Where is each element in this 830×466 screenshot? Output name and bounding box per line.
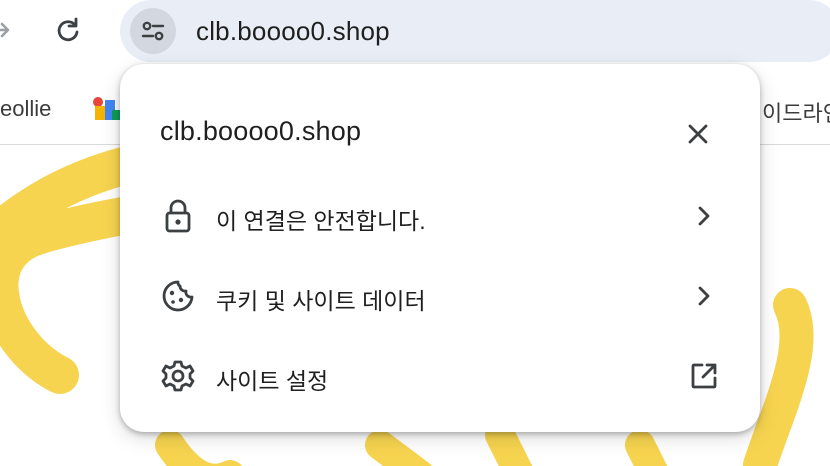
cookies-site-data-label: 쿠키 및 사이트 데이터 <box>216 288 426 314</box>
reload-button[interactable] <box>50 12 86 48</box>
site-settings-row[interactable]: 사이트 설정 <box>120 336 760 416</box>
forward-button[interactable] <box>0 12 20 48</box>
site-info-button[interactable] <box>130 8 176 54</box>
open-in-new-icon <box>686 358 722 394</box>
connection-security-label: 이 연결은 안전합니다. <box>216 208 426 234</box>
lock-icon <box>160 198 196 234</box>
browser-toolbar: clb.boooo0.shop <box>0 0 830 62</box>
bookmark-item-left[interactable]: eollie <box>0 96 51 122</box>
site-settings-label: 사이트 설정 <box>216 368 329 394</box>
bookmark-favicon-icon[interactable] <box>92 96 122 122</box>
reload-icon <box>57 17 79 42</box>
close-icon <box>688 124 708 144</box>
cookies-site-data-row[interactable]: 쿠키 및 사이트 데이터 <box>120 256 760 336</box>
gear-icon <box>160 358 196 394</box>
close-button[interactable] <box>680 116 716 152</box>
connection-security-row[interactable]: 이 연결은 안전합니다. <box>120 176 760 256</box>
tune-icon <box>141 21 165 41</box>
forward-arrow-icon <box>0 22 10 38</box>
chevron-right-icon <box>686 278 722 314</box>
bookmark-item-right[interactable]: 이드라인 <box>762 96 830 128</box>
cookie-icon <box>160 278 196 314</box>
site-info-popup: clb.boooo0.shop 이 연결은 안전합니다. 쿠키 및 사이트 데이… <box>120 64 760 432</box>
popup-title: clb.boooo0.shop <box>160 116 362 146</box>
url-text[interactable]: clb.boooo0.shop <box>196 16 390 47</box>
chevron-right-icon <box>686 198 722 234</box>
